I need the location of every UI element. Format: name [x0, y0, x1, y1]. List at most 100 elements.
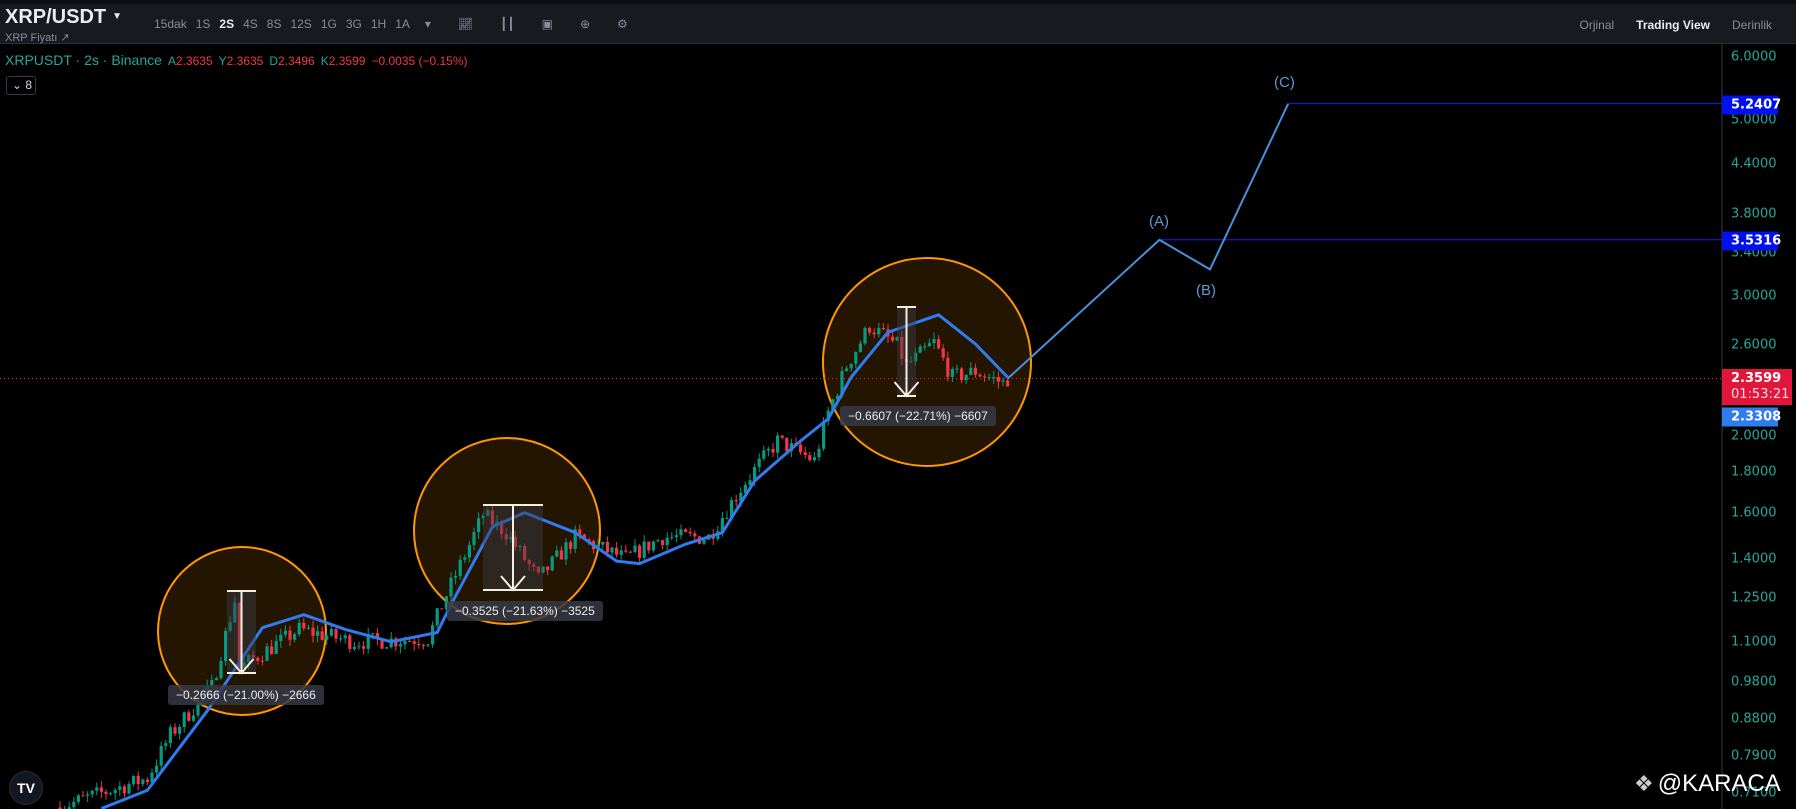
candle-body — [992, 377, 996, 379]
candle-body — [449, 577, 453, 597]
candle-body — [274, 640, 278, 654]
axis-tick-label: 1.4000 — [1731, 551, 1777, 567]
candle-body — [182, 712, 186, 728]
candle-body — [72, 801, 76, 808]
candle-body — [927, 343, 931, 347]
axis-tick-label: 0.9800 — [1731, 674, 1777, 690]
candle-body — [642, 541, 646, 558]
candle-body — [168, 727, 172, 744]
candle-body — [1001, 380, 1005, 382]
open-value: 2.3635 — [175, 54, 213, 68]
candle-body — [808, 455, 812, 461]
candle-body — [297, 622, 301, 635]
candle-body — [302, 622, 306, 629]
measure-label-2: −0.3525 (−21.63%) −3525 — [447, 601, 603, 621]
candle-body — [219, 661, 223, 679]
candle-body — [454, 575, 458, 578]
candle-body — [104, 791, 108, 794]
candle-body — [803, 452, 807, 456]
candle-body — [987, 377, 991, 379]
wave-label-c: (C) — [1274, 74, 1295, 91]
candle-body — [670, 536, 674, 538]
indicators-toggle[interactable]: ⌄ 8 — [6, 76, 36, 95]
candle-body — [615, 547, 619, 555]
low-label: D — [269, 54, 279, 68]
candle-body — [918, 346, 922, 353]
candle-body — [776, 435, 780, 453]
candle-body — [633, 545, 637, 553]
high-label: Y — [218, 54, 227, 68]
watermark-text: @KARACA — [1657, 770, 1781, 797]
candle-body — [435, 608, 439, 626]
candle-body — [679, 529, 683, 536]
candle-body — [688, 531, 692, 534]
candle-body — [293, 634, 297, 640]
candle-body — [854, 351, 858, 364]
candle-body — [81, 795, 85, 797]
candle-body — [872, 332, 876, 335]
candle-body — [661, 540, 665, 546]
tradingview-logo[interactable]: TV — [9, 771, 43, 805]
candle-body — [624, 550, 628, 552]
candle-body — [941, 348, 945, 358]
candle-body — [863, 328, 867, 344]
candle-body — [693, 533, 697, 537]
target-a-price-tag: 3.5316 — [1722, 231, 1781, 251]
candle-body — [780, 435, 784, 438]
candle-body — [858, 343, 862, 352]
candle-body — [601, 541, 605, 545]
candle-body — [155, 765, 159, 773]
candle-body — [845, 368, 849, 371]
candle-body — [477, 518, 481, 532]
candle-body — [283, 630, 287, 635]
candle-body — [651, 541, 655, 551]
candle-body — [288, 630, 292, 640]
indicator-count: 8 — [25, 78, 33, 92]
candle-body — [306, 627, 310, 629]
candle-body — [343, 635, 347, 639]
candle-body — [665, 537, 669, 546]
axis-tick-label: 3.0000 — [1731, 288, 1777, 304]
candle-body — [937, 339, 941, 349]
candle-body — [191, 715, 195, 721]
ohlc-legend: XRPUSDT · 2s · Binance A2.3635 Y2.3635 D2.3… — [5, 52, 468, 68]
candle-body — [352, 646, 356, 650]
candle-body — [440, 608, 444, 610]
candle-body — [656, 540, 660, 542]
wave-label-a: (A) — [1149, 213, 1169, 230]
chevron-down-icon: ⌄ — [12, 78, 26, 92]
axis-tick-label: 4.4000 — [1731, 156, 1777, 172]
candle-body — [99, 787, 103, 792]
candle-body — [960, 368, 964, 381]
candle-countdown: 01:53:21 — [1731, 387, 1790, 402]
candle-body — [159, 745, 163, 766]
candle-body — [463, 557, 467, 560]
candle-body — [113, 789, 117, 794]
candle-body — [472, 531, 476, 545]
close-value: 2.3599 — [328, 54, 366, 68]
candle-body — [385, 647, 389, 649]
candle-body — [785, 437, 789, 452]
candle-body — [978, 374, 982, 377]
candle-body — [132, 775, 136, 785]
abc-projection-line — [1006, 103, 1290, 380]
change-value: −0.0035 (−0.15%) — [371, 54, 468, 68]
candle-body — [964, 374, 968, 381]
candle-body — [265, 646, 269, 661]
candle-body — [270, 646, 274, 654]
candle-body — [320, 631, 324, 640]
candle-body — [371, 633, 375, 635]
candle-body — [467, 544, 471, 558]
candle-body — [417, 643, 421, 646]
candle-body — [762, 450, 766, 459]
ma-price-tag: 2.3308 — [1722, 407, 1781, 427]
candle-body — [173, 727, 177, 734]
axis-tick-label: 2.0000 — [1731, 428, 1777, 444]
candle-body — [559, 550, 563, 560]
candle-body — [799, 444, 803, 453]
candle-body — [421, 645, 425, 647]
candle-body — [279, 634, 283, 641]
candle-body — [812, 457, 816, 461]
candle-body — [357, 646, 361, 648]
candle-body — [955, 368, 959, 370]
